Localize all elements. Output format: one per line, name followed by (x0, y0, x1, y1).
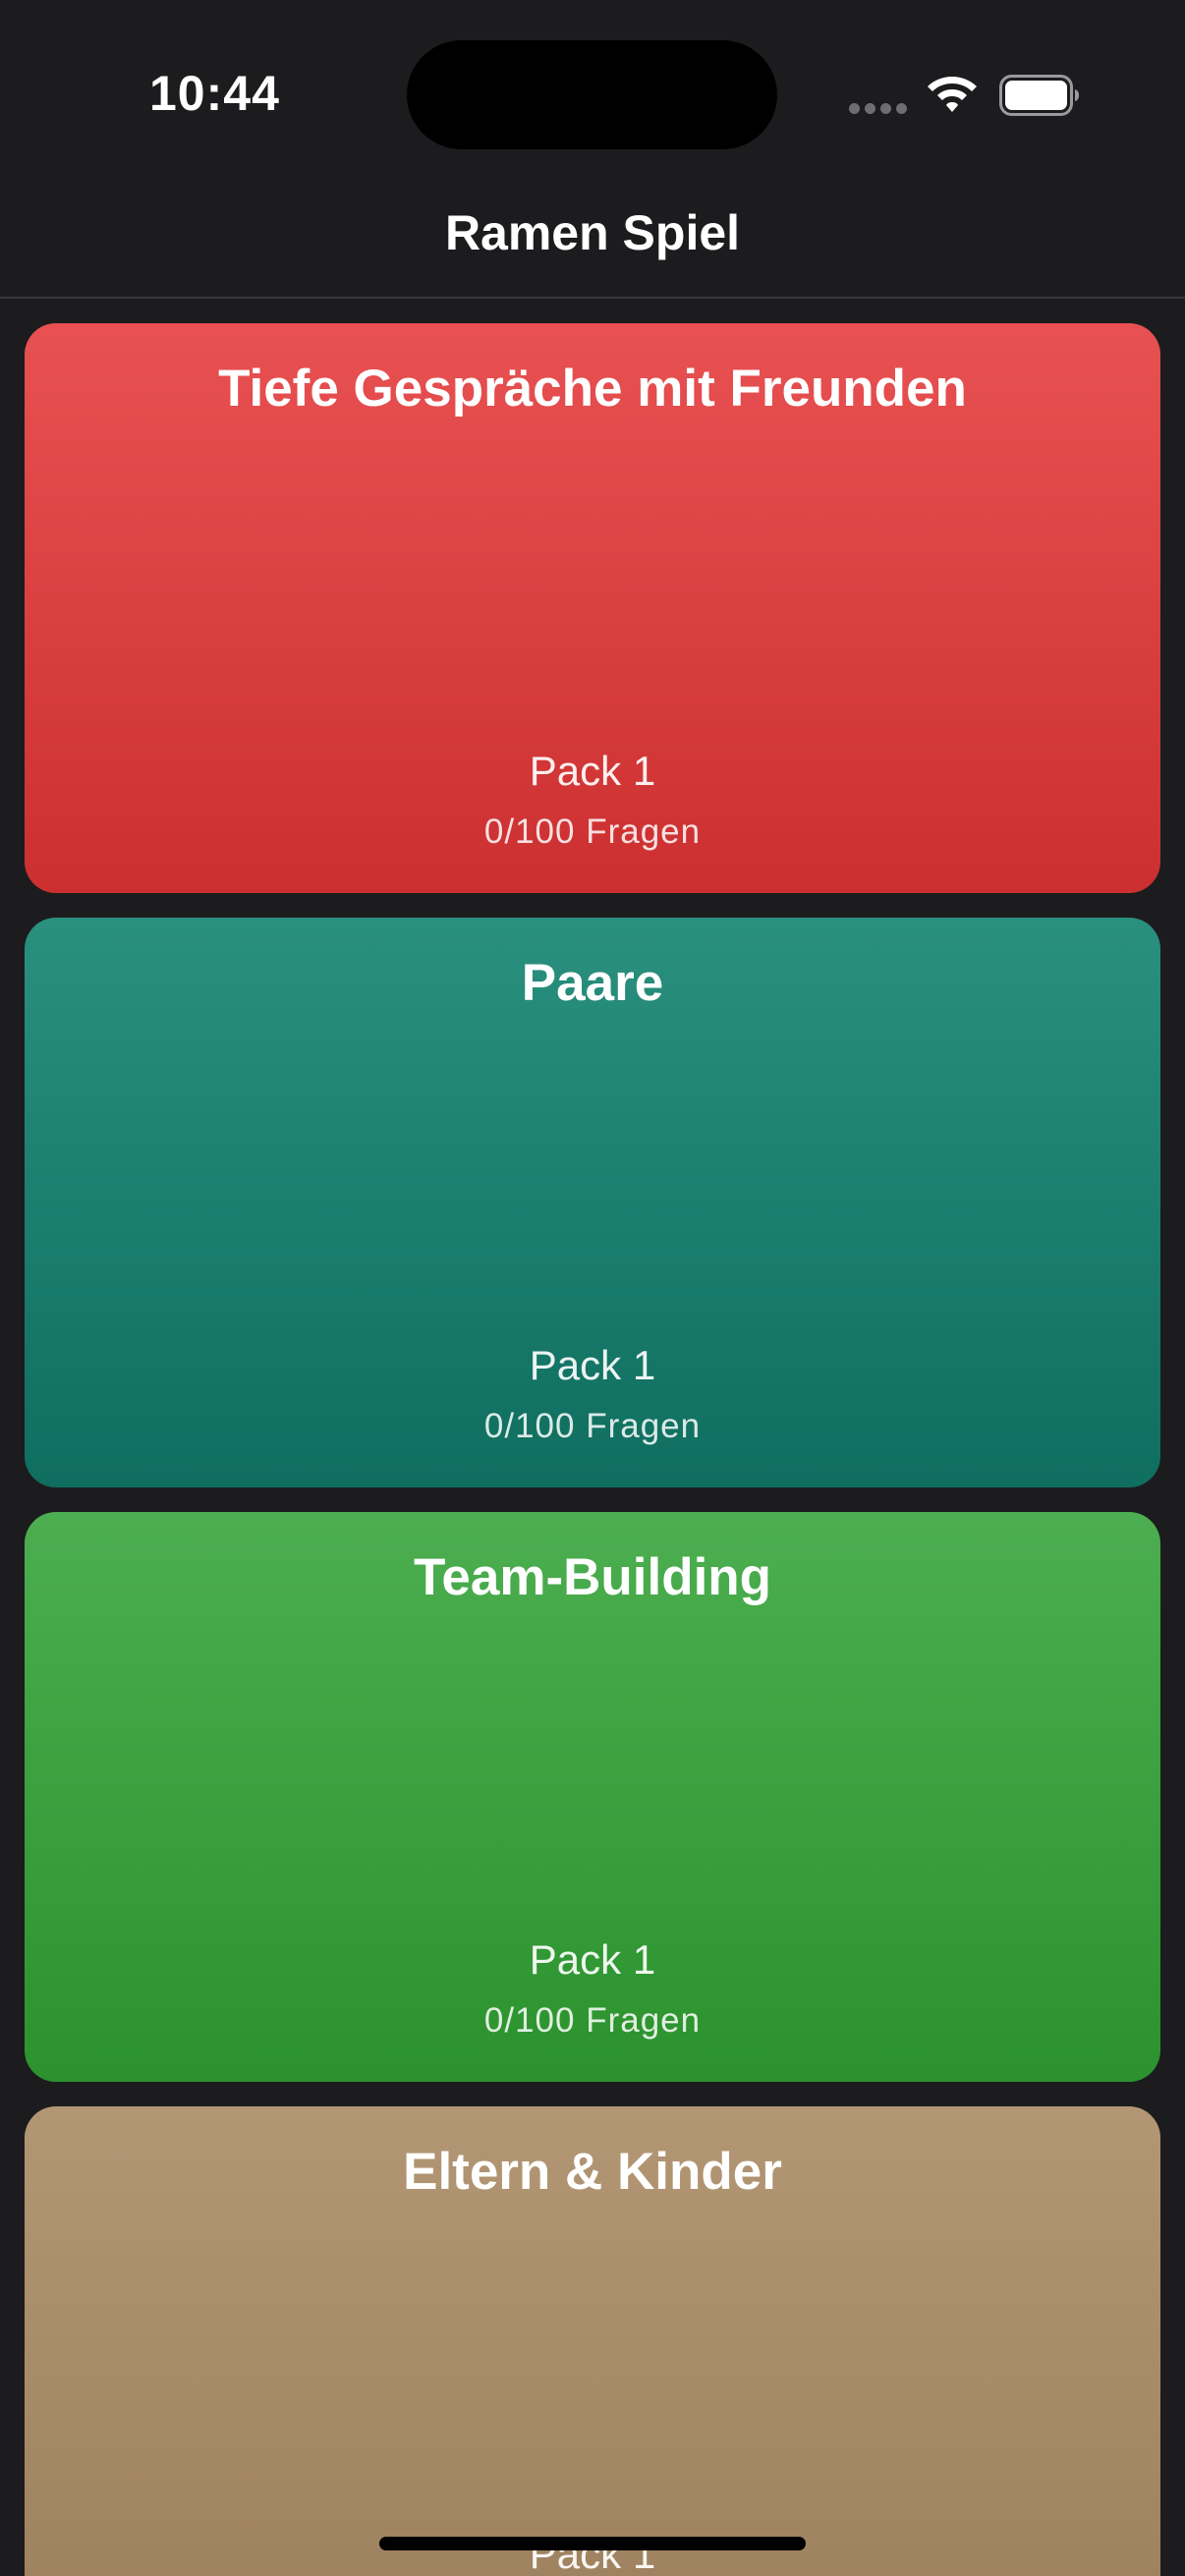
category-card-team-building[interactable]: Team-Building Pack 1 0/100 Fragen (25, 1512, 1160, 2082)
card-title: Team-Building (413, 1548, 772, 1606)
card-title: Tiefe Gespräche mit Freunden (218, 360, 967, 418)
battery-icon (999, 75, 1079, 116)
card-progress-label: 0/100 Fragen (483, 812, 702, 851)
card-title: Paare (521, 954, 664, 1012)
category-card-tiefe-gespraeche[interactable]: Tiefe Gespräche mit Freunden Pack 1 0/10… (25, 323, 1160, 893)
card-pack-label: Pack 1 (529, 748, 656, 794)
category-card-eltern-kinder[interactable]: Eltern & Kinder Pack 1 (25, 2106, 1160, 2576)
category-card-paare[interactable]: Paare Pack 1 0/100 Fragen (25, 918, 1160, 1487)
card-progress-label: 0/100 Fragen (483, 2001, 702, 2040)
wifi-icon (928, 77, 977, 112)
dynamic-island (407, 40, 777, 149)
card-pack-label: Pack 1 (529, 1342, 656, 1388)
card-progress-label: 0/100 Fragen (483, 1407, 702, 1445)
status-bar: 10:44 (0, 0, 1185, 187)
cellular-signal-icon (849, 103, 908, 115)
card-pack-label: Pack 1 (529, 1936, 656, 1983)
navigation-bar: Ramen Spiel (0, 187, 1185, 299)
card-title: Eltern & Kinder (403, 2143, 782, 2201)
home-indicator[interactable] (379, 2537, 806, 2550)
app-screen: 10:44 Ramen Spiel Tiefe Gespräche mit Fr… (0, 0, 1185, 2576)
status-time: 10:44 (149, 66, 280, 121)
page-title: Ramen Spiel (444, 205, 741, 260)
